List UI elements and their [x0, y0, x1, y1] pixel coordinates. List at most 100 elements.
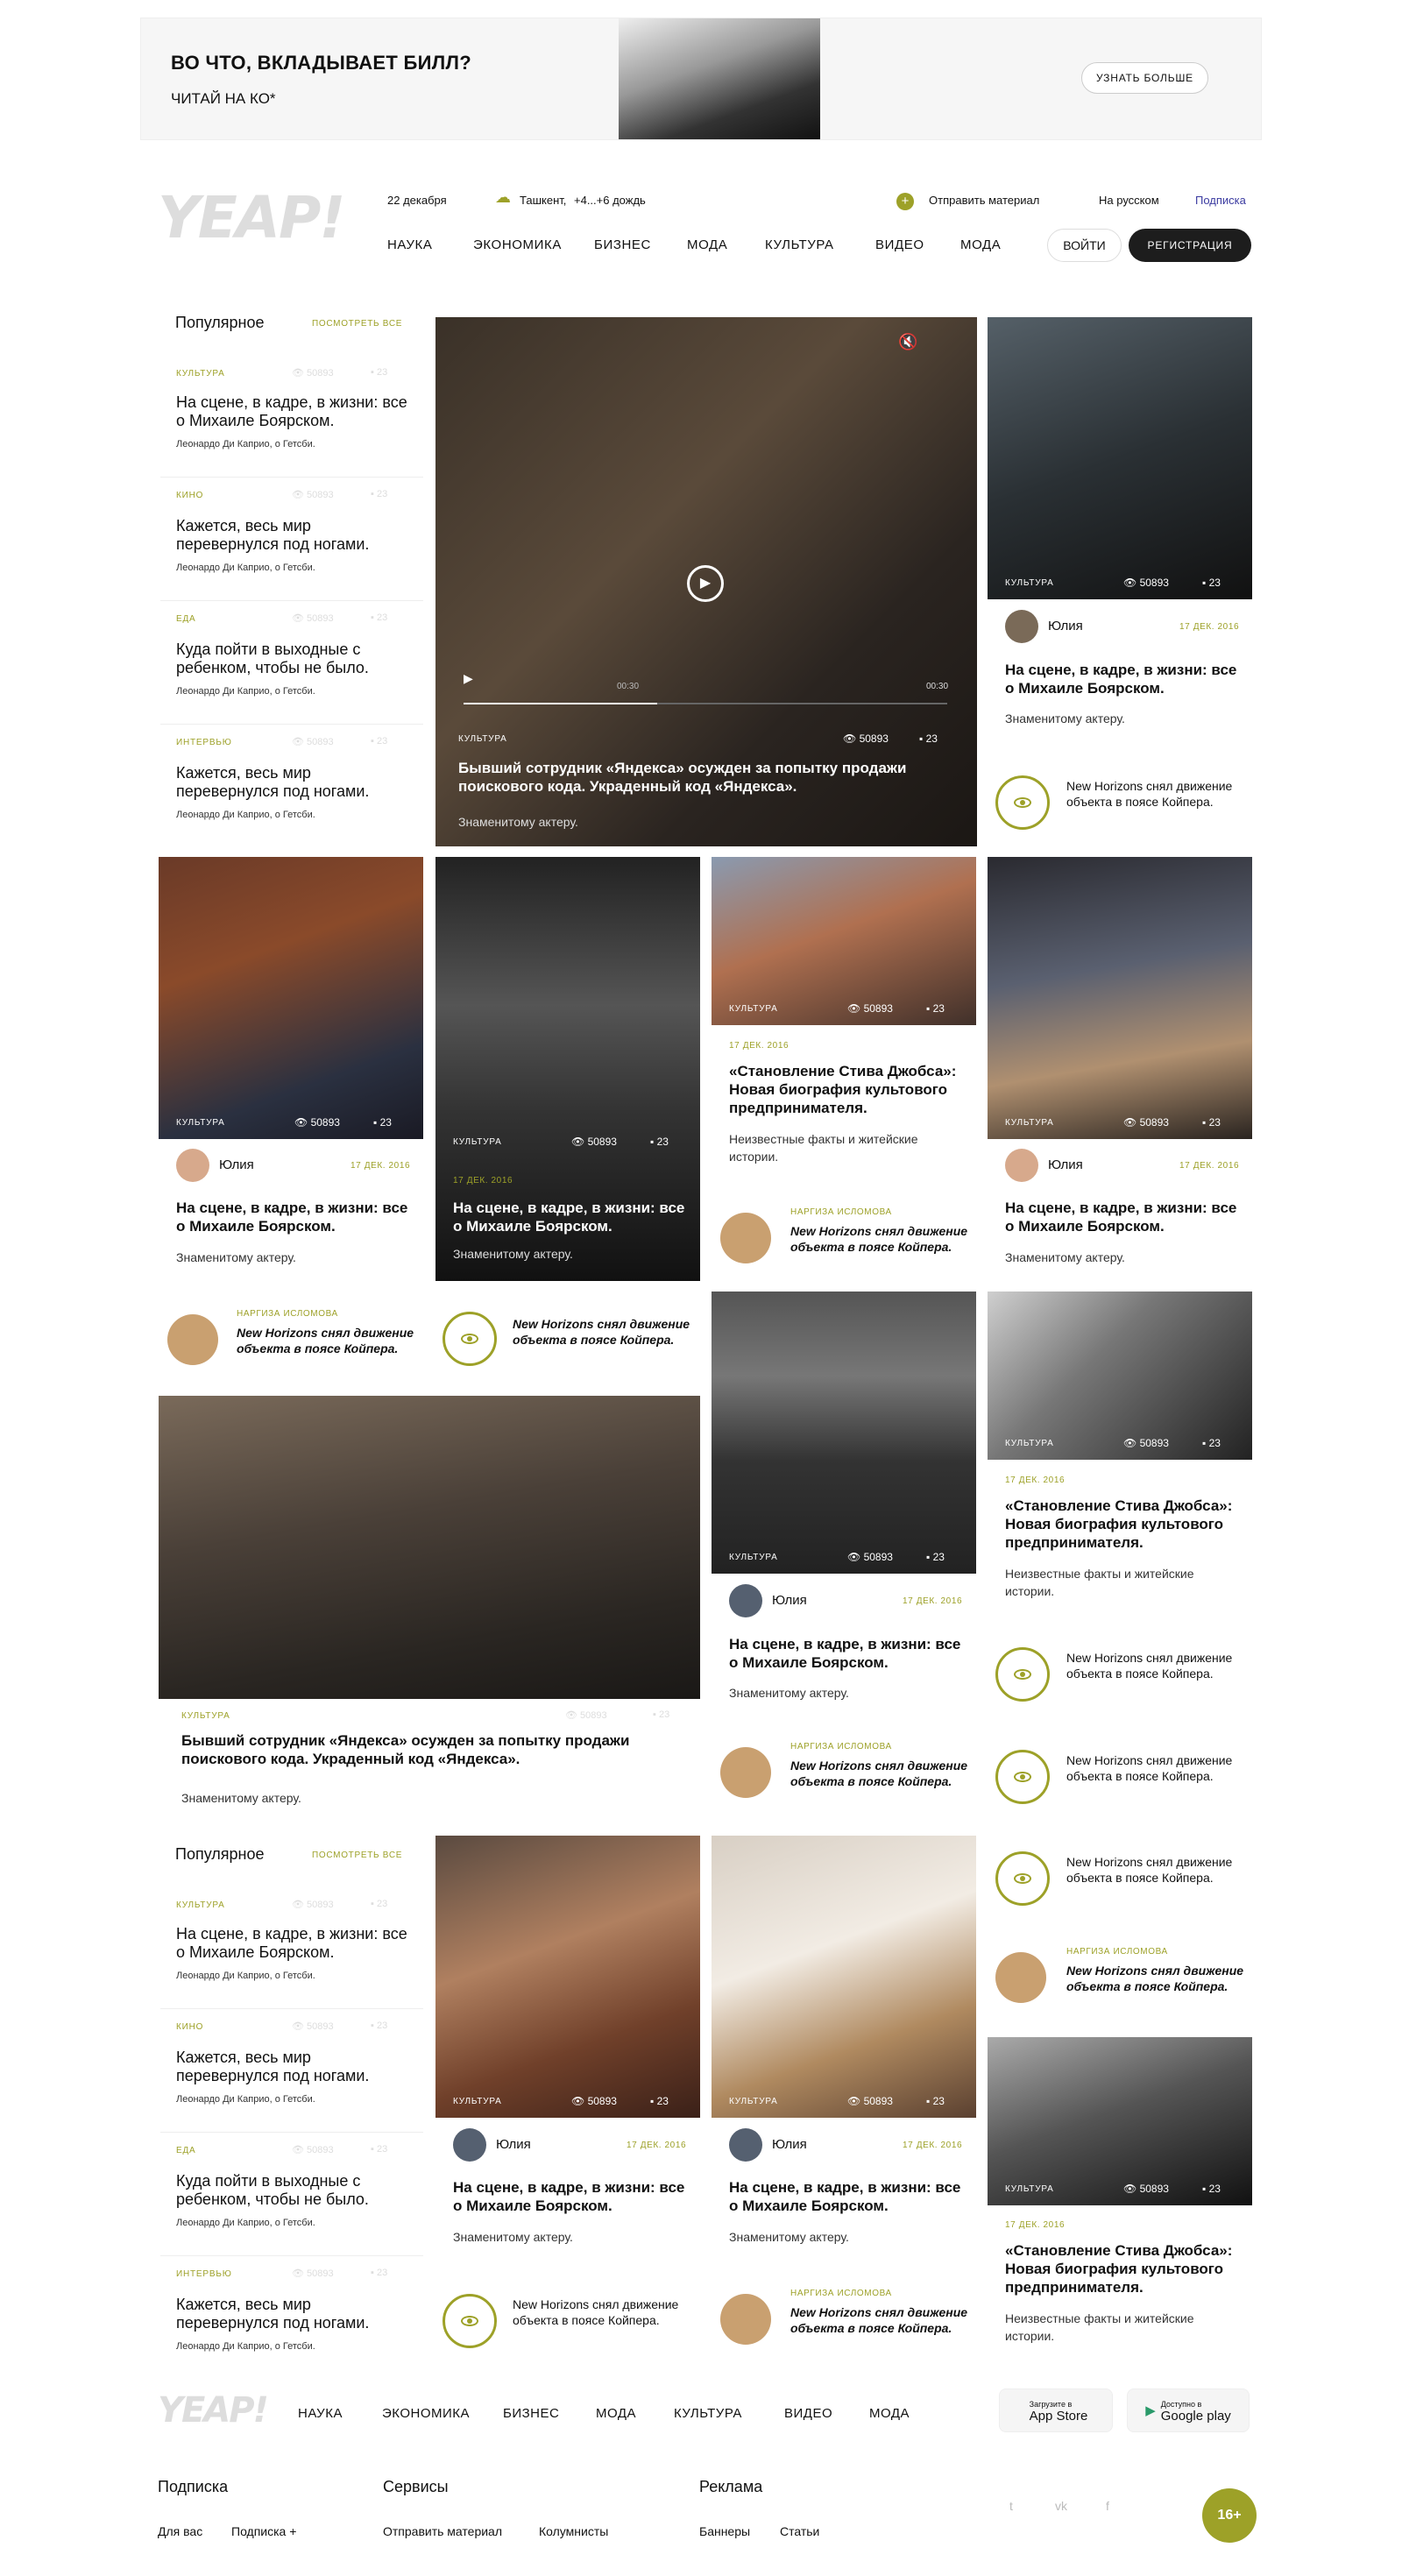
author-label[interactable]: НАРГИЗА ИСЛОМОВА — [790, 2289, 892, 2298]
article-image[interactable]: КУЛЬТУРА 👁 50893 ▪ 23 — [988, 1292, 1252, 1460]
article-card-dark[interactable]: КУЛЬТУРА 👁 50893 ▪ 23 17 ДЕК. 2016 На сц… — [435, 857, 700, 1281]
teaser-text[interactable]: New Horizons снял движение объекта в поя… — [513, 1316, 697, 1348]
login-button[interactable]: ВОЙТИ — [1047, 229, 1122, 262]
language-link[interactable]: На русском — [1099, 194, 1159, 207]
article-image[interactable]: КУЛЬТУРА 👁 50893 ▪ 23 — [712, 857, 976, 1025]
footer-nav-economy[interactable]: ЭКОНОМИКА — [382, 2406, 470, 2421]
teaser-text[interactable]: New Horizons снял движение объекта в поя… — [790, 1758, 974, 1789]
footer-link[interactable]: Статьи — [780, 2524, 819, 2538]
author-name[interactable]: Юлия — [219, 1157, 254, 1172]
facebook-icon[interactable]: f — [1106, 2499, 1109, 2513]
article-image[interactable]: КУЛЬТУРА 👁 50893 ▪ 23 — [988, 857, 1252, 1139]
learn-more-button[interactable]: УЗНАТЬ БОЛЬШЕ — [1081, 62, 1208, 94]
teaser-text[interactable]: New Horizons снял движение объекта в поя… — [1066, 778, 1242, 810]
nav-science[interactable]: НАУКА — [387, 237, 432, 252]
article-image[interactable]: КУЛЬТУРА 👁 50893 ▪ 23 — [159, 857, 423, 1139]
popular-item[interactable]: КУЛЬТУРА 👁 50893 ▪ 23 На сцене, в кадре,… — [160, 1886, 423, 2009]
eye-icon[interactable] — [995, 1750, 1050, 1804]
card-title[interactable]: На сцене, в кадре, в жизни: все о Михаил… — [453, 2178, 690, 2215]
footer-nav-fashion-2[interactable]: МОДА — [869, 2406, 910, 2421]
footer-nav-fashion[interactable]: МОДА — [596, 2406, 636, 2421]
popular-item[interactable]: КИНО 👁 50893 ▪ 23 Кажется, весь мир пере… — [160, 478, 423, 601]
footer-link[interactable]: Для вас — [158, 2524, 202, 2538]
vk-icon[interactable]: vk — [1055, 2499, 1067, 2513]
eye-icon[interactable] — [995, 1851, 1050, 1906]
video-title[interactable]: Бывший сотрудник «Яндекса» осужден за по… — [458, 759, 949, 796]
author-label[interactable]: НАРГИЗА ИСЛОМОВА — [1066, 1947, 1168, 1957]
nav-culture[interactable]: КУЛЬТУРА — [765, 237, 834, 252]
article-image[interactable]: КУЛЬТУРА 👁 50893 ▪ 23 — [988, 317, 1252, 599]
card-title[interactable]: На сцене, в кадре, в жизни: все о Михаил… — [453, 1199, 690, 1235]
popular-see-all[interactable]: ПОСМОТРЕТЬ ВСЕ — [312, 319, 402, 329]
footer-link[interactable]: Колумнисты — [539, 2524, 608, 2538]
video-progress-bar[interactable] — [464, 703, 947, 704]
card-title[interactable]: «Становление Стива Джобса»: Новая биогра… — [729, 1062, 966, 1117]
footer-link[interactable]: Отправить материал — [383, 2524, 502, 2538]
author-name[interactable]: Юлия — [1048, 1157, 1083, 1172]
popular-item[interactable]: ЕДА 👁 50893 ▪ 23 Куда пойти в выходные с… — [160, 2134, 423, 2256]
author-name[interactable]: Юлия — [1048, 619, 1083, 633]
teaser-text[interactable]: New Horizons снял движение объекта в поя… — [1066, 1854, 1242, 1886]
teaser-text[interactable]: New Horizons снял движение объекта в поя… — [513, 2296, 688, 2328]
nav-fashion-2[interactable]: МОДА — [960, 237, 1001, 252]
footer-nav-business[interactable]: БИЗНЕС — [503, 2406, 559, 2421]
footer-link[interactable]: Подписка + — [231, 2524, 296, 2538]
article-image[interactable]: КУЛЬТУРА 👁 50893 ▪ 23 — [435, 1836, 700, 2118]
video-player[interactable]: 🔇 ▶ ▶ 00:30 00:30 КУЛЬТУРА 👁 50893 ▪ 23 … — [435, 317, 977, 846]
site-logo[interactable]: YEAP! — [158, 184, 345, 251]
footer-nav-culture[interactable]: КУЛЬТУРА — [674, 2406, 742, 2421]
author-label[interactable]: НАРГИЗА ИСЛОМОВА — [790, 1742, 892, 1752]
promo-banner[interactable]: ВО ЧТО, ВКЛАДЫВАЕТ БИЛЛ? ЧИТАЙ НА КО* УЗ… — [140, 18, 1262, 140]
google-play-button[interactable]: ▶ Доступно в Google play — [1127, 2388, 1250, 2432]
plus-icon[interactable]: + — [896, 193, 914, 210]
author-name[interactable]: Юлия — [772, 2137, 807, 2152]
popular-item[interactable]: ИНТЕРВЬЮ 👁 50893 ▪ 23 Кажется, весь мир … — [160, 725, 423, 848]
card-title[interactable]: На сцене, в кадре, в жизни: все о Михаил… — [729, 2178, 966, 2215]
card-title[interactable]: На сцене, в кадре, в жизни: все о Михаил… — [1005, 1199, 1242, 1235]
popular-item[interactable]: ИНТЕРВЬЮ 👁 50893 ▪ 23 Кажется, весь мир … — [160, 2257, 423, 2380]
footer-nav-science[interactable]: НАУКА — [298, 2406, 343, 2421]
nav-business[interactable]: БИЗНЕС — [594, 237, 651, 252]
article-image[interactable]: КУЛЬТУРА 👁 50893 ▪ 23 — [712, 1836, 976, 2118]
author-label[interactable]: НАРГИЗА ИСЛОМОВА — [237, 1309, 338, 1319]
nav-fashion[interactable]: МОДА — [687, 237, 727, 252]
card-title[interactable]: «Становление Стива Джобса»: Новая биогра… — [1005, 1497, 1242, 1552]
play-icon[interactable]: ▶ — [687, 565, 724, 602]
article-image[interactable]: КУЛЬТУРА 👁 50893 ▪ 23 — [712, 1292, 976, 1574]
nav-economy[interactable]: ЭКОНОМИКА — [473, 237, 562, 252]
twitter-icon[interactable]: t — [1009, 2499, 1013, 2513]
footer-link[interactable]: Баннеры — [699, 2524, 750, 2538]
teaser-text[interactable]: New Horizons снял движение объекта в поя… — [1066, 1752, 1242, 1784]
teaser-text[interactable]: New Horizons снял движение объекта в поя… — [237, 1325, 421, 1356]
author-name[interactable]: Юлия — [772, 1593, 807, 1608]
popular-see-all[interactable]: ПОСМОТРЕТЬ ВСЕ — [312, 1851, 402, 1860]
teaser-text[interactable]: New Horizons снял движение объекта в поя… — [1066, 1650, 1242, 1681]
footer-nav-video[interactable]: ВИДЕО — [784, 2406, 832, 2421]
subscribe-link[interactable]: Подписка — [1195, 194, 1246, 207]
card-title[interactable]: На сцене, в кадре, в жизни: все о Михаил… — [729, 1635, 966, 1672]
popular-item[interactable]: КИНО 👁 50893 ▪ 23 Кажется, весь мир пере… — [160, 2010, 423, 2133]
teaser-text[interactable]: New Horizons снял движение объекта в поя… — [790, 2304, 974, 2336]
teaser-text[interactable]: New Horizons снял движение объекта в поя… — [790, 1223, 974, 1255]
register-button[interactable]: РЕГИСТРАЦИЯ — [1129, 229, 1251, 262]
nav-video[interactable]: ВИДЕО — [875, 237, 924, 252]
popular-item[interactable]: КУЛЬТУРА 👁 50893 ▪ 23 На сцене, в кадре,… — [160, 355, 423, 478]
send-material-link[interactable]: Отправить материал — [929, 194, 1039, 207]
card-title[interactable]: «Становление Стива Джобса»: Новая биогра… — [1005, 2241, 1242, 2296]
app-store-button[interactable]: Загрузите в App Store — [999, 2388, 1113, 2432]
author-name[interactable]: Юлия — [496, 2137, 531, 2152]
card-title[interactable]: На сцене, в кадре, в жизни: все о Михаил… — [1005, 661, 1242, 697]
mute-icon[interactable]: 🔇 — [898, 333, 917, 351]
card-title[interactable]: Бывший сотрудник «Яндекса» осужден за по… — [181, 1731, 672, 1768]
footer-logo[interactable]: YEAP! — [158, 2390, 269, 2431]
teaser-text[interactable]: New Horizons снял движение объекта в поя… — [1066, 1963, 1250, 1994]
eye-icon[interactable] — [995, 775, 1050, 830]
article-image-large[interactable] — [159, 1396, 700, 1699]
eye-icon[interactable] — [443, 2294, 497, 2348]
card-title[interactable]: На сцене, в кадре, в жизни: все о Михаил… — [176, 1199, 413, 1235]
popular-item[interactable]: ЕДА 👁 50893 ▪ 23 Куда пойти в выходные с… — [160, 602, 423, 725]
article-image[interactable]: КУЛЬТУРА 👁 50893 ▪ 23 — [988, 2037, 1252, 2205]
author-label[interactable]: НАРГИЗА ИСЛОМОВА — [790, 1207, 892, 1217]
play-small-icon[interactable]: ▶ — [464, 671, 473, 686]
eye-icon[interactable] — [443, 1312, 497, 1366]
